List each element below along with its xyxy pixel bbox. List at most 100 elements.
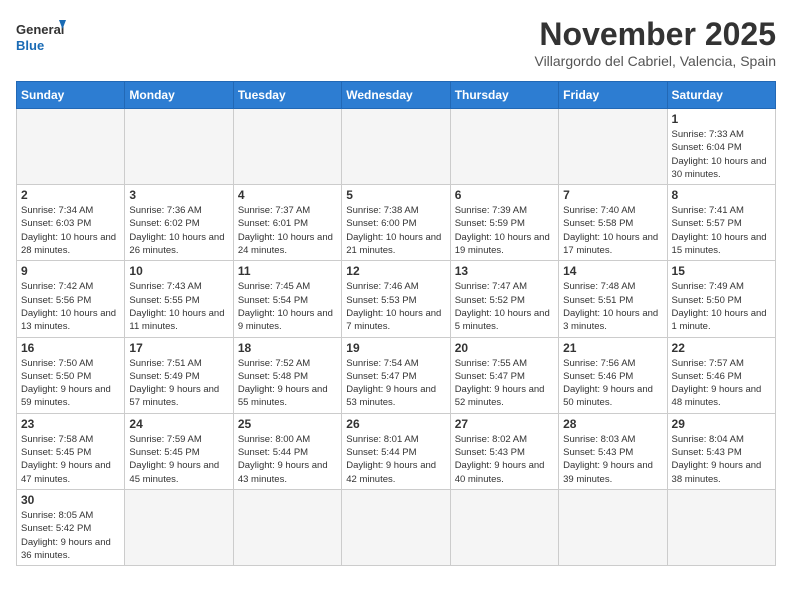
day-number: 17: [129, 341, 228, 355]
day-info: Sunrise: 7:51 AM Sunset: 5:49 PM Dayligh…: [129, 357, 228, 410]
day-number: 3: [129, 188, 228, 202]
calendar-cell: 26 Sunrise: 8:01 AM Sunset: 5:44 PM Dayli…: [342, 413, 450, 489]
calendar-cell: 10 Sunrise: 7:43 AM Sunset: 5:55 PM Dayli…: [125, 261, 233, 337]
calendar-week-4: 16Sunrise: 7:50 AM Sunset: 5:50 PM Dayli…: [17, 337, 776, 413]
calendar-cell: [125, 109, 233, 185]
svg-text:General: General: [16, 22, 64, 37]
day-number: 2: [21, 188, 120, 202]
day-info: Sunrise: 8:00 AM Sunset: 5:44 PM Dayligh…: [238, 433, 337, 486]
day-info: Sunrise: 7:59 AM Sunset: 5:45 PM Dayligh…: [129, 433, 228, 486]
day-info: Sunrise: 7:52 AM Sunset: 5:48 PM Dayligh…: [238, 357, 337, 410]
calendar-cell: 28 Sunrise: 8:03 AM Sunset: 5:43 PM Dayli…: [559, 413, 667, 489]
day-info: Sunrise: 7:48 AM Sunset: 5:51 PM Dayligh…: [563, 280, 662, 333]
calendar-week-6: 30 Sunrise: 8:05 AM Sunset: 5:42 PM Dayli…: [17, 489, 776, 565]
calendar-cell: 21Sunrise: 7:56 AM Sunset: 5:46 PM Dayli…: [559, 337, 667, 413]
calendar-cell: 2 Sunrise: 7:34 AM Sunset: 6:03 PM Daylig…: [17, 185, 125, 261]
calendar-cell: 9 Sunrise: 7:42 AM Sunset: 5:56 PM Daylig…: [17, 261, 125, 337]
day-info: Sunrise: 7:45 AM Sunset: 5:54 PM Dayligh…: [238, 280, 337, 333]
day-number: 15: [672, 264, 771, 278]
day-number: 27: [455, 417, 554, 431]
calendar-week-5: 23 Sunrise: 7:58 AM Sunset: 5:45 PM Dayli…: [17, 413, 776, 489]
day-info: Sunrise: 7:54 AM Sunset: 5:47 PM Dayligh…: [346, 357, 445, 410]
day-info: Sunrise: 7:33 AM Sunset: 6:04 PM Dayligh…: [672, 128, 771, 181]
day-info: Sunrise: 7:39 AM Sunset: 5:59 PM Dayligh…: [455, 204, 554, 257]
day-number: 16: [21, 341, 120, 355]
logo-svg: General Blue: [16, 16, 66, 58]
location: Villargordo del Cabriel, Valencia, Spain: [534, 53, 776, 69]
calendar-cell: [233, 489, 341, 565]
calendar-cell: 20 Sunrise: 7:55 AM Sunset: 5:47 PM Dayli…: [450, 337, 558, 413]
day-info: Sunrise: 7:47 AM Sunset: 5:52 PM Dayligh…: [455, 280, 554, 333]
day-info: Sunrise: 7:38 AM Sunset: 6:00 PM Dayligh…: [346, 204, 445, 257]
weekday-header-sunday: Sunday: [17, 82, 125, 109]
logo: General Blue: [16, 16, 66, 58]
calendar-cell: 17 Sunrise: 7:51 AM Sunset: 5:49 PM Dayli…: [125, 337, 233, 413]
day-number: 20: [455, 341, 554, 355]
day-info: Sunrise: 7:42 AM Sunset: 5:56 PM Dayligh…: [21, 280, 120, 333]
calendar-cell: 27 Sunrise: 8:02 AM Sunset: 5:43 PM Dayli…: [450, 413, 558, 489]
day-info: Sunrise: 8:04 AM Sunset: 5:43 PM Dayligh…: [672, 433, 771, 486]
calendar-cell: 14 Sunrise: 7:48 AM Sunset: 5:51 PM Dayli…: [559, 261, 667, 337]
day-number: 5: [346, 188, 445, 202]
day-info: Sunrise: 8:01 AM Sunset: 5:44 PM Dayligh…: [346, 433, 445, 486]
day-info: Sunrise: 7:49 AM Sunset: 5:50 PM Dayligh…: [672, 280, 771, 333]
day-number: 9: [21, 264, 120, 278]
day-number: 6: [455, 188, 554, 202]
month-title: November 2025: [534, 16, 776, 53]
day-number: 24: [129, 417, 228, 431]
calendar-cell: 1 Sunrise: 7:33 AM Sunset: 6:04 PM Daylig…: [667, 109, 775, 185]
calendar-cell: 8 Sunrise: 7:41 AM Sunset: 5:57 PM Daylig…: [667, 185, 775, 261]
calendar-cell: 19 Sunrise: 7:54 AM Sunset: 5:47 PM Dayli…: [342, 337, 450, 413]
calendar-cell: 16Sunrise: 7:50 AM Sunset: 5:50 PM Dayli…: [17, 337, 125, 413]
page-header: General Blue November 2025 Villargordo d…: [16, 16, 776, 69]
svg-text:Blue: Blue: [16, 38, 44, 53]
day-number: 28: [563, 417, 662, 431]
day-info: Sunrise: 8:03 AM Sunset: 5:43 PM Dayligh…: [563, 433, 662, 486]
calendar-week-3: 9 Sunrise: 7:42 AM Sunset: 5:56 PM Daylig…: [17, 261, 776, 337]
day-info: Sunrise: 8:05 AM Sunset: 5:42 PM Dayligh…: [21, 509, 120, 562]
calendar-cell: 11 Sunrise: 7:45 AM Sunset: 5:54 PM Dayli…: [233, 261, 341, 337]
calendar-cell: 13 Sunrise: 7:47 AM Sunset: 5:52 PM Dayli…: [450, 261, 558, 337]
day-number: 29: [672, 417, 771, 431]
day-number: 1: [672, 112, 771, 126]
day-number: 26: [346, 417, 445, 431]
day-number: 13: [455, 264, 554, 278]
day-number: 4: [238, 188, 337, 202]
day-info: Sunrise: 7:58 AM Sunset: 5:45 PM Dayligh…: [21, 433, 120, 486]
calendar-cell: 12 Sunrise: 7:46 AM Sunset: 5:53 PM Dayli…: [342, 261, 450, 337]
calendar-cell: 24 Sunrise: 7:59 AM Sunset: 5:45 PM Dayli…: [125, 413, 233, 489]
day-info: Sunrise: 8:02 AM Sunset: 5:43 PM Dayligh…: [455, 433, 554, 486]
calendar-cell: 3Sunrise: 7:36 AM Sunset: 6:02 PM Daylig…: [125, 185, 233, 261]
calendar-cell: 5 Sunrise: 7:38 AM Sunset: 6:00 PM Daylig…: [342, 185, 450, 261]
day-number: 11: [238, 264, 337, 278]
day-info: Sunrise: 7:46 AM Sunset: 5:53 PM Dayligh…: [346, 280, 445, 333]
calendar-cell: 6 Sunrise: 7:39 AM Sunset: 5:59 PM Daylig…: [450, 185, 558, 261]
weekday-header-thursday: Thursday: [450, 82, 558, 109]
day-info: Sunrise: 7:40 AM Sunset: 5:58 PM Dayligh…: [563, 204, 662, 257]
day-number: 30: [21, 493, 120, 507]
day-number: 8: [672, 188, 771, 202]
calendar-cell: 4 Sunrise: 7:37 AM Sunset: 6:01 PM Daylig…: [233, 185, 341, 261]
day-number: 19: [346, 341, 445, 355]
weekday-header-wednesday: Wednesday: [342, 82, 450, 109]
day-info: Sunrise: 7:37 AM Sunset: 6:01 PM Dayligh…: [238, 204, 337, 257]
day-number: 22: [672, 341, 771, 355]
weekday-header-row: SundayMondayTuesdayWednesdayThursdayFrid…: [17, 82, 776, 109]
day-number: 10: [129, 264, 228, 278]
day-number: 7: [563, 188, 662, 202]
calendar: SundayMondayTuesdayWednesdayThursdayFrid…: [16, 81, 776, 566]
day-number: 25: [238, 417, 337, 431]
calendar-cell: [450, 109, 558, 185]
day-info: Sunrise: 7:43 AM Sunset: 5:55 PM Dayligh…: [129, 280, 228, 333]
day-number: 23: [21, 417, 120, 431]
day-info: Sunrise: 7:55 AM Sunset: 5:47 PM Dayligh…: [455, 357, 554, 410]
day-number: 12: [346, 264, 445, 278]
calendar-cell: 22 Sunrise: 7:57 AM Sunset: 5:46 PM Dayli…: [667, 337, 775, 413]
calendar-cell: 29 Sunrise: 8:04 AM Sunset: 5:43 PM Dayli…: [667, 413, 775, 489]
day-info: Sunrise: 7:41 AM Sunset: 5:57 PM Dayligh…: [672, 204, 771, 257]
day-info: Sunrise: 7:57 AM Sunset: 5:46 PM Dayligh…: [672, 357, 771, 410]
calendar-cell: [17, 109, 125, 185]
day-number: 14: [563, 264, 662, 278]
weekday-header-saturday: Saturday: [667, 82, 775, 109]
day-info: Sunrise: 7:34 AM Sunset: 6:03 PM Dayligh…: [21, 204, 120, 257]
